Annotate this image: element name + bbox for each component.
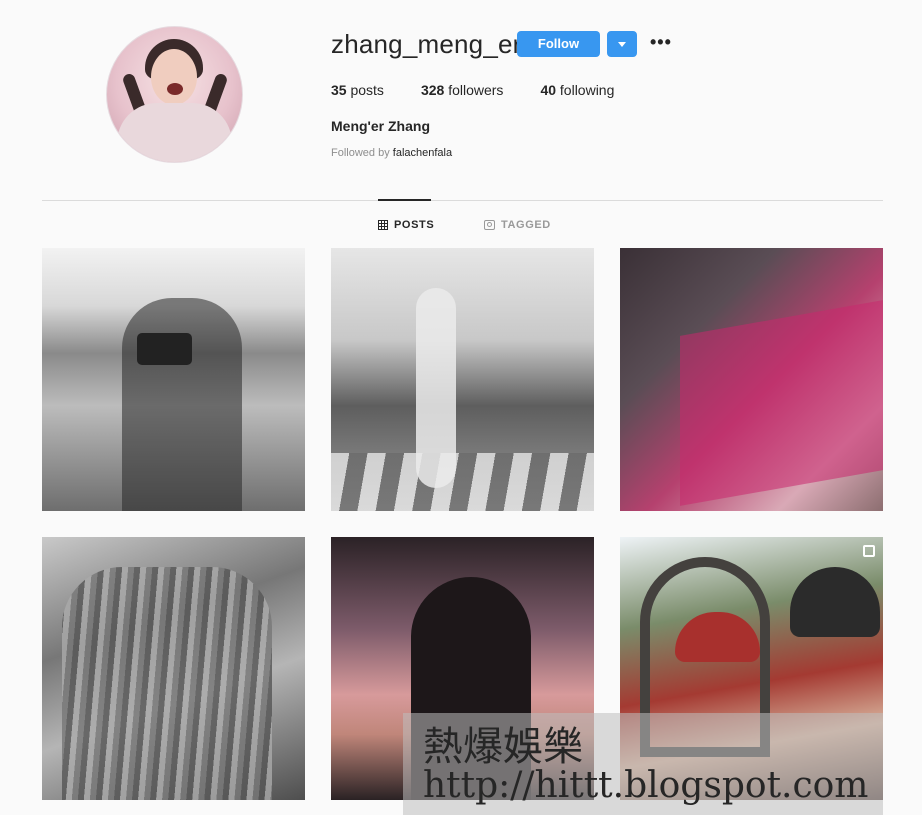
following-stat[interactable]: 40 following [540, 82, 614, 98]
carousel-icon [863, 545, 875, 557]
chevron-down-icon [618, 42, 626, 47]
followers-stat[interactable]: 328 followers [421, 82, 504, 98]
profile-avatar[interactable] [106, 26, 243, 163]
post-thumbnail[interactable] [331, 248, 594, 511]
more-options-icon[interactable]: ••• [650, 33, 672, 51]
profile-full-name: Meng'er Zhang [331, 118, 430, 134]
camera-icon [137, 333, 192, 365]
post-thumbnail[interactable] [42, 537, 305, 800]
profile-username: zhang_meng_er [331, 29, 522, 59]
tag-icon [484, 220, 495, 230]
active-tab-indicator [378, 199, 431, 201]
post-thumbnail[interactable] [620, 248, 883, 511]
post-thumbnail[interactable] [42, 248, 305, 511]
watermark-url: http://hittt.blogspot.com [423, 765, 869, 806]
suggested-dropdown-button[interactable] [607, 31, 637, 57]
tab-tagged[interactable]: TAGGED [484, 219, 551, 231]
profile-stats: 35 posts 328 followers 40 following [331, 82, 651, 98]
followed-by-text: Followed by falachenfala [331, 147, 453, 159]
follow-button[interactable]: Follow [517, 31, 600, 57]
followed-by-user-link[interactable]: falachenfala [393, 147, 452, 159]
tab-divider [42, 200, 883, 201]
grid-icon [378, 220, 388, 230]
watermark-title: 熱爆娛樂 [423, 724, 583, 770]
posts-stat: 35 posts [331, 82, 384, 98]
tab-posts[interactable]: POSTS [378, 219, 434, 231]
